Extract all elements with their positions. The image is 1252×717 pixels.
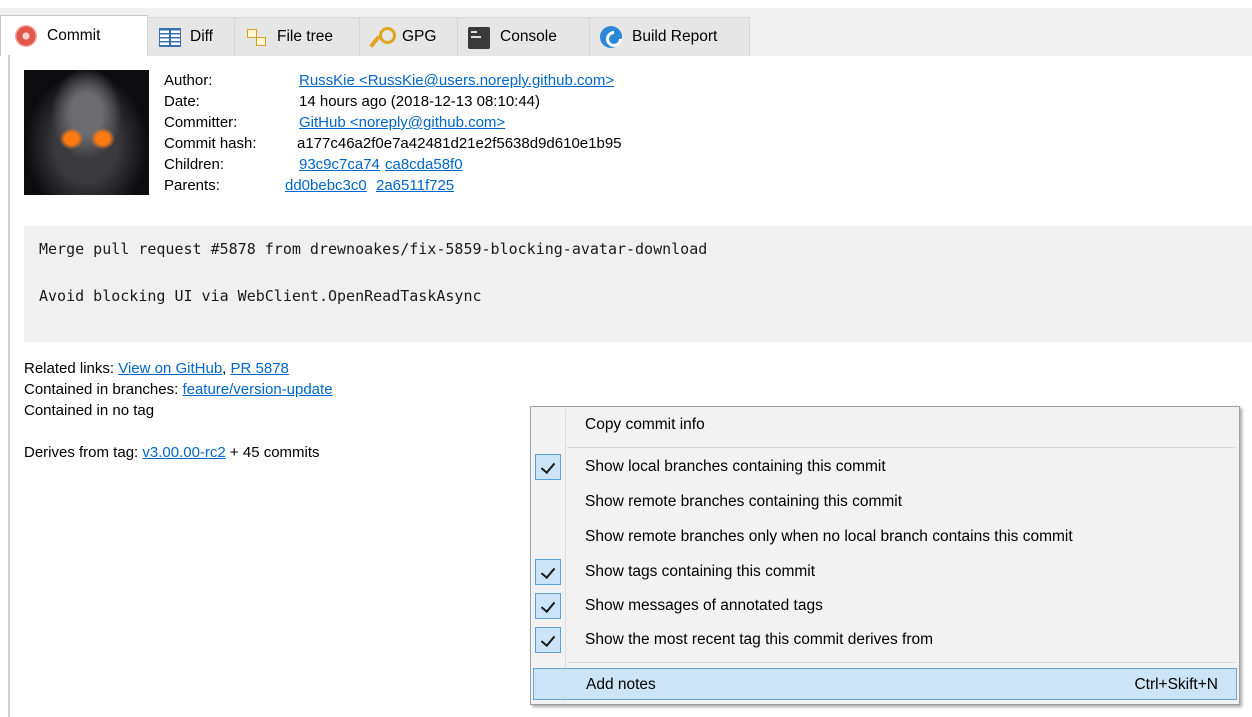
tag-link[interactable]: v3.00.00-rc2 — [142, 444, 225, 461]
children-label: Children: — [164, 156, 225, 173]
related-links-label: Related links: — [24, 360, 119, 377]
menu-item-show-remote-only[interactable]: Show remote branches only when no local … — [533, 521, 1237, 553]
tab-label: Commit — [47, 27, 101, 44]
checkmark-icon — [535, 559, 561, 585]
console-icon — [468, 27, 490, 49]
tab-console[interactable]: Console — [457, 17, 590, 56]
commit-message-title: Merge pull request #5878 from drewnoakes… — [39, 240, 708, 258]
context-menu: Copy commit info Show local branches con… — [530, 406, 1240, 705]
menu-item-add-notes[interactable]: Add notes Ctrl+Skift+N — [533, 668, 1237, 700]
child-commit-link[interactable]: ca8cda58f0 — [385, 154, 463, 175]
branches-label: Contained in branches: — [24, 381, 183, 398]
author-label: Author: — [164, 72, 213, 89]
diff-icon — [158, 26, 181, 48]
parents-label: Parents: — [164, 177, 220, 194]
committer-label: Committer: — [164, 114, 238, 131]
commit-details: Related links: View on GitHub, PR 5878 C… — [24, 358, 333, 463]
tab-strip: Commit Diff File tree GPG Console Build … — [0, 0, 1252, 56]
tab-file-tree[interactable]: File tree — [234, 17, 360, 56]
menu-item-show-annotated-messages[interactable]: Show messages of annotated tags — [533, 590, 1237, 622]
avatar — [24, 70, 149, 195]
tab-label: Console — [500, 28, 557, 45]
menu-item-show-local-branches[interactable]: Show local branches containing this comm… — [533, 451, 1237, 483]
build-report-icon — [600, 26, 622, 48]
menu-item-label: Show local branches containing this comm… — [585, 458, 886, 475]
tab-label: Build Report — [632, 28, 718, 45]
menu-separator — [567, 662, 1235, 663]
menu-item-show-tags[interactable]: Show tags containing this commit — [533, 556, 1237, 588]
file-tree-icon — [245, 26, 267, 48]
pull-request-link[interactable]: PR 5878 — [231, 360, 289, 377]
related-links-row: Related links: View on GitHub, PR 5878 — [24, 358, 333, 379]
author-link[interactable]: RussKie <RussKie@users.noreply.github.co… — [299, 70, 614, 91]
tags-row: Contained in no tag — [24, 402, 155, 419]
commit-message-body: Avoid blocking UI via WebClient.OpenRead… — [39, 287, 482, 305]
menu-item-label: Add notes — [586, 676, 656, 693]
committer-link[interactable]: GitHub <noreply@github.com> — [299, 112, 505, 133]
menu-item-label: Show tags containing this commit — [585, 563, 816, 580]
tab-gpg[interactable]: GPG — [359, 17, 458, 56]
checkmark-icon — [535, 454, 561, 480]
tab-diff[interactable]: Diff — [147, 17, 235, 56]
tab-label: Diff — [190, 28, 213, 45]
derives-suffix: + 45 commits — [225, 444, 320, 461]
link-separator: , — [222, 360, 231, 377]
menu-item-copy-commit-info[interactable]: Copy commit info — [533, 409, 1237, 441]
menu-item-label: Show the most recent tag this commit der… — [585, 631, 934, 648]
tab-label: GPG — [402, 28, 437, 45]
panel-border — [8, 55, 10, 717]
checkmark-icon — [535, 593, 561, 619]
derives-row: Derives from tag: v3.00.00-rc2 + 45 comm… — [24, 442, 333, 463]
derives-label: Derives from tag: — [24, 444, 143, 461]
menu-item-label: Show remote branches containing this com… — [585, 493, 903, 510]
commit-message[interactable]: Merge pull request #5878 from drewnoakes… — [24, 226, 1252, 342]
tab-list: Commit Diff File tree GPG Console Build … — [0, 15, 750, 56]
date-value: 14 hours ago (2018-12-13 08:10:44) — [299, 93, 541, 110]
menu-item-show-recent-tag[interactable]: Show the most recent tag this commit der… — [533, 624, 1237, 656]
commit-info-panel: Commit Diff File tree GPG Console Build … — [0, 0, 1252, 717]
menu-separator — [567, 447, 1235, 448]
branches-row: Contained in branches: feature/version-u… — [24, 379, 333, 400]
key-icon — [370, 26, 396, 48]
menu-item-shortcut: Ctrl+Skift+N — [1134, 676, 1218, 693]
child-commit-link[interactable]: 93c9c7ca74 — [299, 154, 380, 175]
menu-item-label: Copy commit info — [585, 416, 705, 433]
commit-icon — [15, 25, 37, 47]
menu-item-show-remote-branches[interactable]: Show remote branches containing this com… — [533, 486, 1237, 518]
menu-item-label: Show remote branches only when no local … — [585, 528, 1073, 545]
commit-hash-label: Commit hash: — [164, 135, 257, 152]
view-on-github-link[interactable]: View on GitHub — [118, 360, 222, 377]
tab-commit[interactable]: Commit — [0, 15, 148, 56]
parent-commit-link[interactable]: 2a6511f725 — [376, 175, 454, 196]
checkmark-icon — [535, 627, 561, 653]
commit-hash-value: a177c46a2f0e7a42481d21e2f5638d9d610e1b95 — [297, 135, 622, 152]
parent-commit-link[interactable]: dd0bebc3c0 — [285, 175, 367, 196]
tab-label: File tree — [277, 28, 333, 45]
branch-link[interactable]: feature/version-update — [182, 381, 332, 398]
menu-item-label: Show messages of annotated tags — [585, 597, 823, 614]
tab-build-report[interactable]: Build Report — [589, 17, 750, 56]
date-label: Date: — [164, 93, 200, 110]
